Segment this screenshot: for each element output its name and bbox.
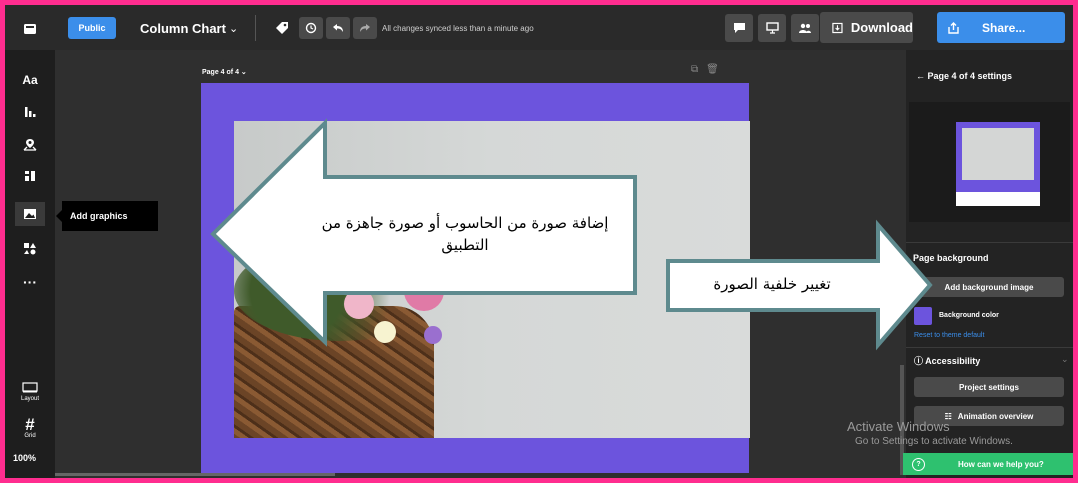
- right-callout-text: تغيير خلفية الصورة: [713, 275, 831, 293]
- app-window: Public Column Chart ⌄ All changes synced…: [5, 5, 1073, 478]
- left-callout-text: إضافة صورة من الحاسوب أو صورة جاهزة من ا…: [321, 214, 609, 254]
